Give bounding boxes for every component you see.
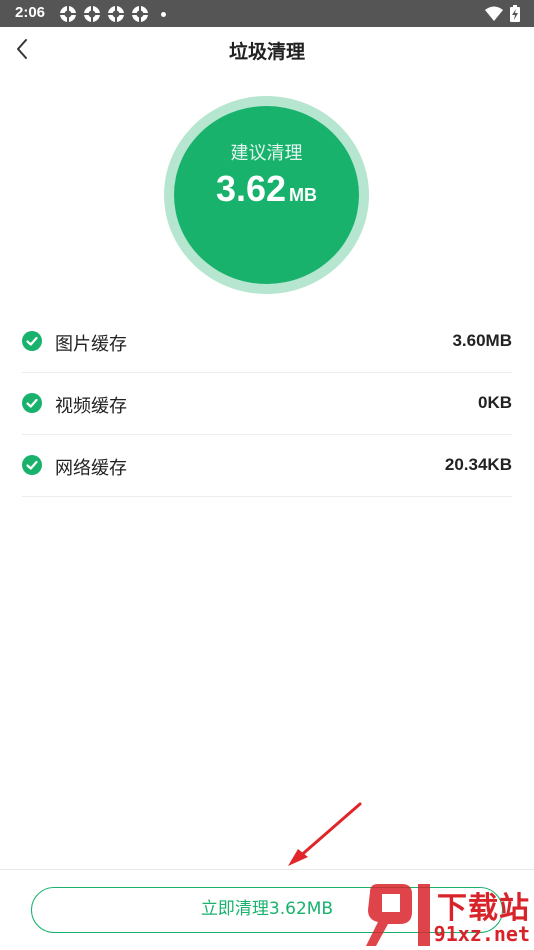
status-time: 2:06: [15, 4, 46, 21]
cache-list: 图片缓存 3.60MB 视频缓存 0KB 网络缓存 20.34KB: [22, 311, 512, 497]
watermark-title: 下载站: [437, 891, 530, 926]
annotation-arrow-icon: [288, 802, 362, 866]
app-icon: [132, 6, 148, 22]
summary-number: 3.62: [215, 168, 287, 209]
app-icon: [60, 6, 76, 22]
status-right-icons: [485, 5, 520, 22]
check-circle-icon[interactable]: [22, 331, 42, 351]
page-title: 垃圾清理: [228, 41, 305, 63]
check-circle-icon[interactable]: [22, 455, 42, 475]
watermark-url: 91xz.net: [433, 922, 530, 946]
notification-icons: [59, 5, 166, 23]
status-bar: 2:06: [0, 0, 534, 27]
summary-unit: MB: [289, 185, 318, 205]
app-icon: [84, 6, 100, 22]
list-item-label: 网络缓存: [55, 458, 127, 479]
list-item[interactable]: 视频缓存 0KB: [22, 373, 512, 435]
more-notifications-dot: [161, 11, 166, 17]
watermark-logo-icon: [366, 884, 430, 946]
summary-caption: 建议清理: [230, 143, 303, 164]
list-item-size: 20.34KB: [444, 455, 512, 474]
summary-value: 3.62 MB: [174, 168, 359, 210]
list-item[interactable]: 图片缓存 3.60MB: [22, 311, 512, 373]
battery-charging-icon: [510, 5, 520, 22]
list-item-size: 0KB: [477, 393, 512, 412]
wifi-icon: [485, 6, 503, 21]
app-header: 垃圾清理: [0, 27, 534, 71]
list-item-size: 3.60MB: [452, 331, 512, 350]
check-circle-icon[interactable]: [22, 393, 42, 413]
list-item[interactable]: 网络缓存 20.34KB: [22, 435, 512, 497]
app-icon: [108, 6, 124, 22]
list-item-label: 视频缓存: [55, 396, 127, 417]
list-item-label: 图片缓存: [55, 334, 127, 355]
